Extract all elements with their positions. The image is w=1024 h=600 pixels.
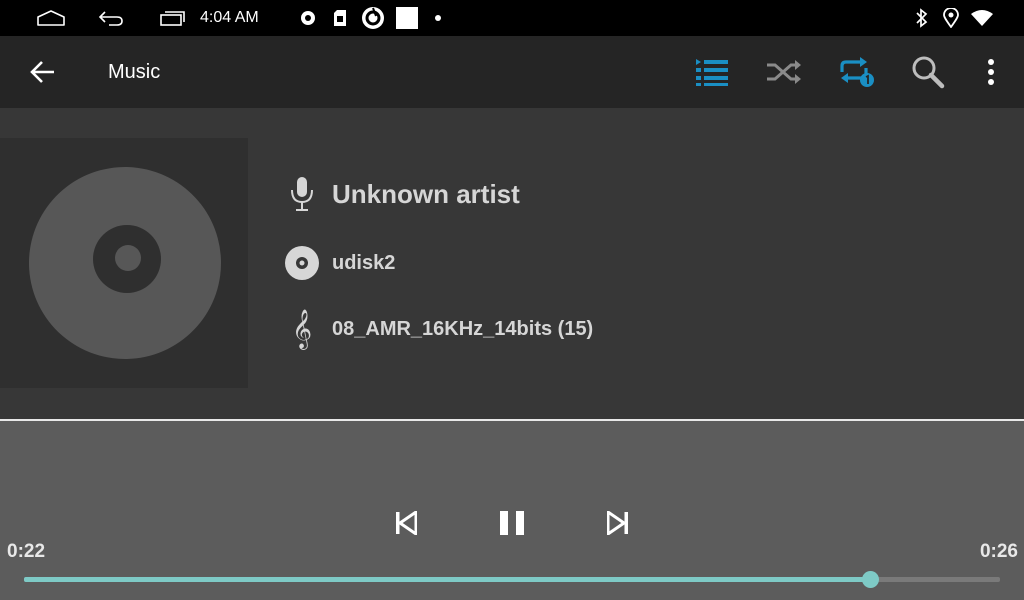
overflow-menu-button[interactable] <box>978 36 1004 108</box>
search-button[interactable] <box>906 36 950 108</box>
search-icon <box>912 56 945 89</box>
seek-bar[interactable] <box>24 571 1000 588</box>
album-art <box>0 138 248 388</box>
elapsed-time: 0:22 <box>7 541 46 562</box>
skip-previous-icon <box>396 511 417 535</box>
album-disc-icon <box>284 243 320 283</box>
page-title: Music <box>108 60 161 83</box>
title-row: 𝄞 08_AMR_16KHz_14bits (15) <box>284 309 593 349</box>
bluetooth-icon <box>912 0 932 36</box>
previous-button[interactable] <box>386 503 426 543</box>
sd-card-icon <box>330 0 350 36</box>
back-arrow-icon <box>30 61 54 83</box>
recents-icon[interactable] <box>156 0 188 36</box>
playlist-icon <box>696 59 728 86</box>
dot-icon <box>432 0 444 36</box>
artist-name: Unknown artist <box>332 178 520 209</box>
microphone-icon <box>284 174 320 214</box>
wifi-icon <box>968 0 996 36</box>
total-duration: 0:26 <box>979 541 1018 562</box>
shuffle-button[interactable] <box>762 36 806 108</box>
notification-square-icon <box>395 0 419 36</box>
overflow-menu-icon <box>988 59 994 85</box>
record-icon <box>298 0 318 36</box>
status-time: 4:04 AM <box>200 9 259 26</box>
playback-controls: 0:22 0:26 <box>0 421 1024 600</box>
status-bar: 4:04 AM <box>0 0 1024 36</box>
playlist-button[interactable] <box>690 36 734 108</box>
shuffle-icon <box>767 60 801 84</box>
track-info-panel: Unknown artist udisk2 𝄞 08_AMR_16KHz_14b… <box>0 108 1024 419</box>
track-title: 08_AMR_16KHz_14bits (15) <box>332 317 594 340</box>
app-bar: Music <box>0 36 1024 108</box>
pause-button[interactable] <box>492 503 532 543</box>
back-button[interactable] <box>22 36 62 108</box>
artist-row: Unknown artist <box>284 174 520 214</box>
album-name: udisk2 <box>332 251 396 274</box>
seek-bar-progress <box>24 577 871 582</box>
location-icon <box>940 0 962 36</box>
pause-icon <box>500 511 524 535</box>
treble-clef-icon: 𝄞 <box>291 309 313 349</box>
camera-app-icon <box>360 0 386 36</box>
home-icon[interactable] <box>34 0 68 36</box>
back-arrow-icon[interactable] <box>94 0 128 36</box>
disc-icon <box>29 167 221 359</box>
repeat-one-button[interactable] <box>834 36 878 108</box>
repeat-one-icon <box>840 57 874 87</box>
album-row: udisk2 <box>284 243 395 283</box>
next-button[interactable] <box>598 503 638 543</box>
skip-next-icon <box>607 511 628 535</box>
seek-bar-thumb[interactable] <box>862 571 880 588</box>
